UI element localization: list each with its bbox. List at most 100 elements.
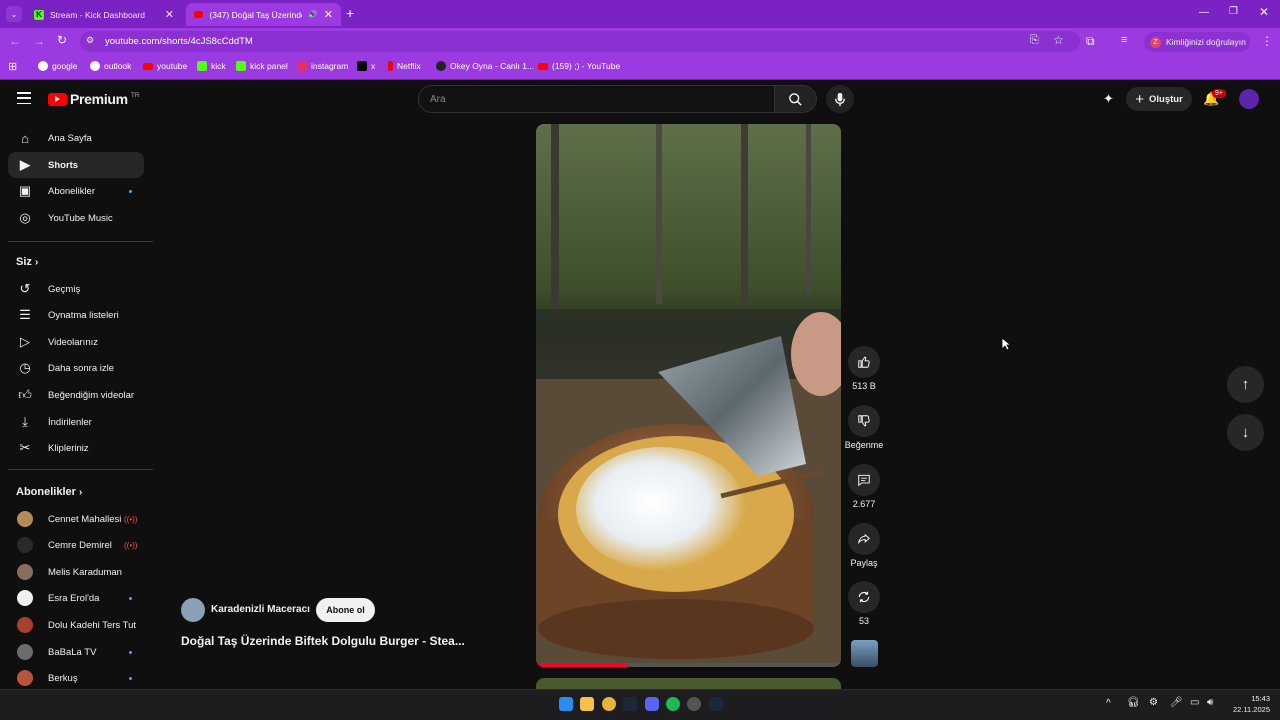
url-text[interactable]: youtube.com/shorts/4cJS8cCddTM <box>105 36 253 47</box>
steam-icon[interactable] <box>709 697 723 711</box>
file-explorer-icon[interactable] <box>580 697 594 711</box>
channel-avatar[interactable] <box>181 598 205 622</box>
short-title[interactable]: Doğal Taş Üzerinde Biftek Dolgulu Burger… <box>181 634 465 648</box>
youtube-premium-logo[interactable]: Premium TR <box>48 91 139 107</box>
sidebar-item-watch-later[interactable]: ◷ Daha sonra izle <box>8 355 144 381</box>
bookmark-outlook[interactable]: outlook <box>90 61 131 71</box>
network-icon[interactable]: ▭ <box>1190 697 1199 708</box>
remix-button[interactable]: 53 <box>848 581 880 626</box>
sidebar-item-liked-videos[interactable]: 👍︎ Beğendiğim videolar <box>8 382 144 408</box>
tab-search-button[interactable]: ⌄ <box>6 6 22 22</box>
bookmark-kick[interactable]: kick <box>197 61 226 71</box>
new-tab-button[interactable]: + <box>346 5 354 21</box>
steam-icon[interactable] <box>623 697 637 711</box>
close-icon[interactable]: ✕ <box>324 8 333 21</box>
extensions-icon[interactable]: ⧉ <box>1086 34 1095 49</box>
sidebar-item-downloads[interactable]: ⤓ İndirilenler <box>8 409 144 435</box>
history-icon: ↺ <box>19 281 31 296</box>
kick-icon <box>236 61 246 71</box>
youtube-music-icon: ◎ <box>19 210 31 225</box>
show-hidden-icons-icon[interactable]: ^ <box>1106 698 1111 709</box>
tab-youtube-short[interactable]: (347) Doğal Taş Üzerinde B 🔊 ✕ <box>186 3 341 26</box>
bookmark-star-icon[interactable]: ☆ <box>1053 33 1064 47</box>
headset-icon[interactable]: 🎧︎ <box>1127 697 1140 708</box>
bookmark-google[interactable]: google <box>38 61 78 71</box>
close-window-button[interactable]: ✕ <box>1259 5 1269 19</box>
sidebar-channel-cemre-demirel[interactable]: Cemre Demirel ((•)) <box>8 532 144 558</box>
bookmark-okey[interactable]: Okey Oyna - Canlı 1... <box>436 61 534 71</box>
sidebar-section-you[interactable]: Siz › <box>16 256 38 268</box>
volume-icon[interactable]: 🔊︎ <box>1207 697 1213 708</box>
like-button[interactable]: 513 B <box>848 346 880 391</box>
short-video-player[interactable] <box>536 124 841 667</box>
apps-grid-icon[interactable]: ⊞ <box>8 60 17 73</box>
dislike-button[interactable]: Beğenme <box>844 405 884 450</box>
speaker-icon[interactable]: 🔊 <box>308 10 318 19</box>
comment-icon <box>848 464 880 496</box>
profile-button[interactable]: Z Kimliğinizi doğrulayın <box>1144 32 1250 52</box>
sidebar-channel-esra-erolda[interactable]: Esra Erol'da <box>8 585 144 611</box>
bookmark-youtube-playlist[interactable]: (159) ;) - YouTube <box>538 61 620 71</box>
bookmark-instagram[interactable]: instagram <box>297 61 348 71</box>
start-icon[interactable] <box>559 697 573 711</box>
sidebar-item-your-videos[interactable]: ▷ Videolarınız <box>8 329 144 355</box>
sidebar-item-history[interactable]: ↺ Geçmiş <box>8 276 144 302</box>
spotify-icon[interactable] <box>666 697 680 711</box>
media-control-icon[interactable]: ≡ <box>1121 34 1127 46</box>
next-short-button[interactable]: ↓ <box>1227 414 1264 451</box>
site-info-icon[interactable]: ⚙ <box>86 35 94 46</box>
new-content-dot <box>129 596 132 600</box>
forward-icon[interactable]: → <box>33 34 45 48</box>
profile-avatar: Z <box>1150 36 1161 48</box>
bookmark-kick-panel[interactable]: kick panel <box>236 61 288 71</box>
sidebar-channel-berkus[interactable]: Berkuş <box>8 665 144 691</box>
browser-menu-icon[interactable]: ⋮ <box>1261 34 1273 48</box>
previous-short-button[interactable]: ↑ <box>1227 366 1264 403</box>
chrome-icon[interactable] <box>602 697 616 711</box>
clock-date: 22.11.2025 <box>1233 705 1270 714</box>
sidebar-item-clips[interactable]: ✂ Klipleriniz <box>8 435 144 461</box>
discord-icon[interactable] <box>645 697 659 711</box>
bookmark-x[interactable]: x <box>357 61 375 71</box>
share-button[interactable]: Paylaş <box>848 523 880 568</box>
sidebar-channel-cennet-mahallesi[interactable]: Cennet Mahallesi ((•)) <box>8 506 144 532</box>
bookmark-youtube[interactable]: youtube <box>143 61 187 71</box>
sidebar-channel-melis-karaduman[interactable]: Melis Karaduman <box>8 559 144 585</box>
sidebar-item-shorts[interactable]: ▶ Shorts <box>8 152 144 178</box>
create-button[interactable]: + Oluştur <box>1126 87 1192 111</box>
sidebar-item-youtube-music[interactable]: ◎ YouTube Music <box>8 205 144 231</box>
microphone-tray-icon[interactable]: 🎤︎ <box>1170 697 1183 708</box>
sidebar-section-subscriptions[interactable]: Abonelikler › <box>16 486 82 498</box>
sidebar-item-home[interactable]: ⌂ Ana Sayfa <box>8 125 144 151</box>
reload-icon[interactable]: ↻ <box>57 33 67 47</box>
next-short-preview[interactable] <box>536 678 841 689</box>
voice-search-button[interactable] <box>826 85 854 113</box>
back-icon[interactable]: ← <box>9 34 21 48</box>
taskbar-clock[interactable]: 15:43 22.11.2025 <box>1225 693 1270 715</box>
ask-gemini-icon[interactable]: ✦ <box>1103 91 1114 107</box>
profile-label: Kimliğinizi doğrulayın <box>1166 37 1246 47</box>
minimize-button[interactable]: — <box>1199 7 1209 18</box>
search-button[interactable] <box>775 85 817 113</box>
sidebar-item-subscriptions[interactable]: ▣ Abonelikler <box>8 178 144 204</box>
comments-button[interactable]: 2.677 <box>848 464 880 509</box>
sidebar-item-playlists[interactable]: ☰ Oynatma listeleri <box>8 302 144 328</box>
close-icon[interactable]: ✕ <box>165 8 174 21</box>
address-bar[interactable]: ⚙ youtube.com/shorts/4cJS8cCddTM ⎘ ☆ <box>80 31 1080 52</box>
bookmark-netflix[interactable]: Netflix <box>388 61 421 71</box>
account-avatar[interactable] <box>1239 89 1259 109</box>
cast-icon[interactable]: ⎘ <box>1030 34 1039 47</box>
hamburger-menu-icon[interactable] <box>17 92 31 104</box>
search-input[interactable]: Ara <box>418 85 775 113</box>
kick-icon <box>197 61 207 71</box>
obs-icon[interactable] <box>687 697 701 711</box>
video-progress-fill[interactable] <box>536 663 628 667</box>
steam-tray-icon[interactable]: ⚙ <box>1149 697 1158 708</box>
subscribe-button[interactable]: Abone ol <box>316 598 375 622</box>
restore-button[interactable]: ❐ <box>1229 6 1238 17</box>
tab-kick-dashboard[interactable]: K Stream - Kick Dashboard ✕ <box>26 3 182 26</box>
sidebar-channel-dolu-kadehi-ters-tut[interactable]: Dolu Kadehi Ters Tut <box>8 612 144 638</box>
sound-thumbnail[interactable] <box>851 640 878 667</box>
sidebar-channel-babala-tv[interactable]: BaBaLa TV <box>8 639 144 665</box>
channel-name[interactable]: Karadenizli Maceracı <box>211 604 310 615</box>
